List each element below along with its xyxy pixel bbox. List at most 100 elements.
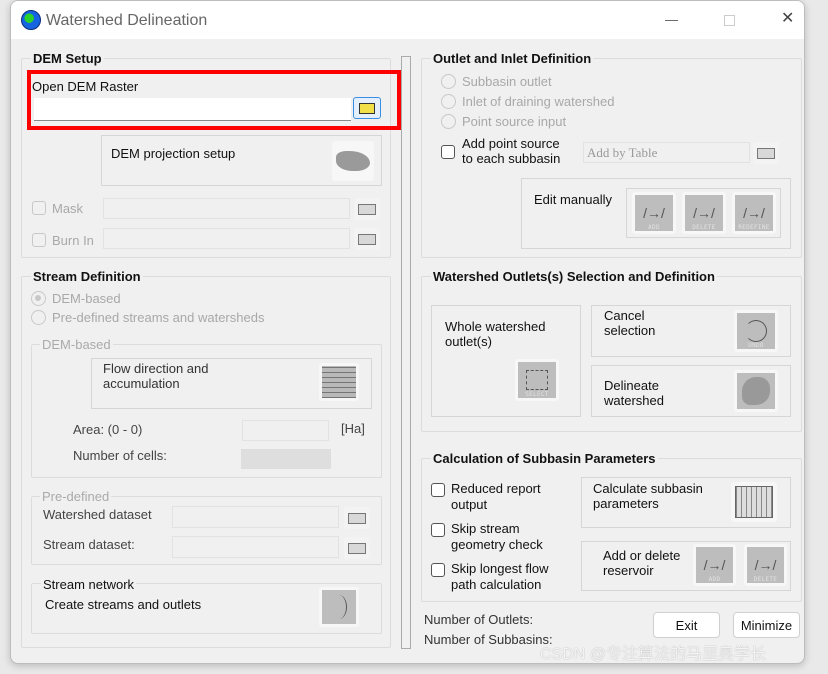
maximize-window-button[interactable] (724, 15, 735, 26)
close-window-button[interactable]: ✕ (781, 11, 794, 27)
flow-direction-label: Flow direction and accumulation (103, 361, 209, 391)
title-bar: Watershed Delineation — ✕ (11, 1, 804, 39)
mask-input[interactable] (103, 198, 350, 219)
cancel-selection-label: Cancel selection (604, 308, 656, 338)
point-source-radio[interactable] (441, 114, 456, 129)
undo-button[interactable]: UNDO (734, 310, 778, 352)
create-streams-button[interactable] (319, 587, 359, 627)
exit-button[interactable]: Exit (653, 612, 720, 638)
reduced-report-checkbox[interactable] (431, 483, 445, 497)
inlet-label: Inlet of draining watershed (462, 94, 615, 109)
stream-dataset-input[interactable] (172, 536, 339, 558)
open-dem-label: Open DEM Raster (32, 79, 139, 94)
add-by-table-input[interactable]: Add by Table (583, 142, 750, 163)
add-outlet-button[interactable]: /→/ADD (632, 192, 676, 234)
watershed-dataset-browse-button[interactable] (344, 507, 370, 529)
add-point-source-label-2: to each subbasin (462, 151, 561, 166)
skip-stream-label: Skip stream geometry check (451, 521, 543, 552)
dem-setup-title: DEM Setup (31, 51, 104, 66)
dem-based-radio[interactable] (31, 291, 46, 306)
cells-label: Number of cells: (73, 448, 167, 463)
skip-stream-checkbox[interactable] (431, 523, 445, 537)
dem-projection-label: DEM projection setup (111, 146, 236, 161)
folder-icon (358, 233, 376, 245)
minimize-button[interactable]: Minimize (733, 612, 800, 638)
folder-icon (359, 102, 375, 114)
number-of-outlets-label: Number of Outlets: (424, 612, 534, 627)
add-reservoir-button[interactable]: /→/ADD (693, 544, 736, 586)
stream-network-title: Stream network (41, 577, 137, 592)
delineate-label: Delineate watershed (604, 378, 664, 408)
column-divider (401, 56, 411, 649)
window-title: Watershed Delineation (46, 12, 208, 29)
area-unit: [Ha] (341, 421, 365, 436)
stream-dataset-label: Stream dataset: (43, 537, 135, 552)
mask-label: Mask (52, 201, 84, 216)
add-point-source-label-1: Add point source (462, 136, 560, 151)
burn-in-browse-button[interactable] (354, 228, 380, 250)
cells-value (241, 449, 331, 469)
usa-map-icon (336, 151, 370, 171)
watershed-delineation-window: Watershed Delineation — ✕ DEM Setup Open… (10, 0, 805, 664)
grid-icon (322, 366, 356, 398)
point-source-label: Point source input (462, 114, 567, 129)
reservoir-label: Add or delete reservoir (603, 548, 681, 578)
edit-manually-label: Edit manually (534, 192, 613, 207)
folder-icon (348, 542, 366, 554)
delineate-button[interactable] (734, 370, 778, 412)
folder-icon (358, 203, 376, 215)
dem-based-title: DEM-based (40, 337, 113, 352)
reduced-report-label: Reduced report output (451, 481, 541, 512)
burn-in-input[interactable] (103, 228, 350, 249)
watershed-dataset-input[interactable] (172, 506, 339, 528)
add-point-source-checkbox[interactable] (441, 145, 455, 159)
skip-longest-label: Skip longest flow path calculation (451, 561, 549, 592)
inlet-radio[interactable] (441, 94, 456, 109)
dem-based-radio-label: DEM-based (52, 291, 121, 306)
delete-point-icon: /→/ (693, 205, 715, 221)
folder-icon (348, 512, 366, 524)
subbasin-params-title: Calculation of Subbasin Parameters (431, 451, 658, 466)
delete-reservoir-icon: /→/ (754, 557, 777, 573)
globe-icon (21, 10, 41, 30)
redefine-point-icon: /→/ (743, 205, 765, 221)
calculate-button[interactable] (731, 482, 777, 522)
select-icon (526, 370, 548, 390)
watershed-icon (742, 377, 770, 405)
predefined-radio[interactable] (31, 310, 46, 325)
mask-checkbox[interactable] (32, 201, 46, 215)
skip-longest-checkbox[interactable] (431, 563, 445, 577)
flow-accumulation-button[interactable] (319, 363, 359, 401)
open-dem-browse-button[interactable] (353, 97, 381, 119)
number-of-subbasins-label: Number of Subbasins: (424, 632, 553, 647)
dem-projection-button[interactable] (332, 141, 374, 181)
add-reservoir-icon: /→/ (703, 557, 726, 573)
stream-definition-title: Stream Definition (31, 269, 143, 284)
predefined-radio-label: Pre-defined streams and watersheds (52, 310, 265, 325)
add-point-icon: /→/ (643, 205, 665, 221)
predefined-title: Pre-defined (40, 489, 112, 504)
minimize-window-button[interactable]: — (665, 12, 678, 27)
watershed-dataset-label: Watershed dataset (43, 507, 152, 522)
create-streams-label: Create streams and outlets (45, 597, 202, 612)
subbasin-outlet-label: Subbasin outlet (462, 74, 552, 89)
calculate-label: Calculate subbasin parameters (593, 481, 703, 511)
add-by-table-browse-button[interactable] (753, 142, 779, 164)
watermark: CSDN @专注算法的马里奥学长 (540, 646, 767, 663)
delete-outlet-button[interactable]: /→/DELETE (682, 192, 726, 234)
undo-icon (745, 320, 767, 342)
whole-watershed-label: Whole watershed outlet(s) (445, 319, 546, 349)
delete-reservoir-button[interactable]: /→/DELETE (744, 544, 787, 586)
mask-browse-button[interactable] (354, 198, 380, 220)
outlets-selection-title: Watershed Outlets(s) Selection and Defin… (431, 269, 717, 284)
stream-dataset-browse-button[interactable] (344, 537, 370, 559)
subbasin-outlet-radio[interactable] (441, 74, 456, 89)
burn-in-checkbox[interactable] (32, 233, 46, 247)
burn-in-label: Burn In (52, 233, 94, 248)
area-input[interactable] (242, 420, 329, 441)
select-outlet-button[interactable]: SELECT (515, 359, 559, 401)
area-label: Area: (0 - 0) (73, 422, 143, 437)
calculator-table-icon (735, 486, 773, 518)
redefine-outlet-button[interactable]: /→/REDEFINE (732, 192, 776, 234)
open-dem-input[interactable] (34, 98, 351, 121)
